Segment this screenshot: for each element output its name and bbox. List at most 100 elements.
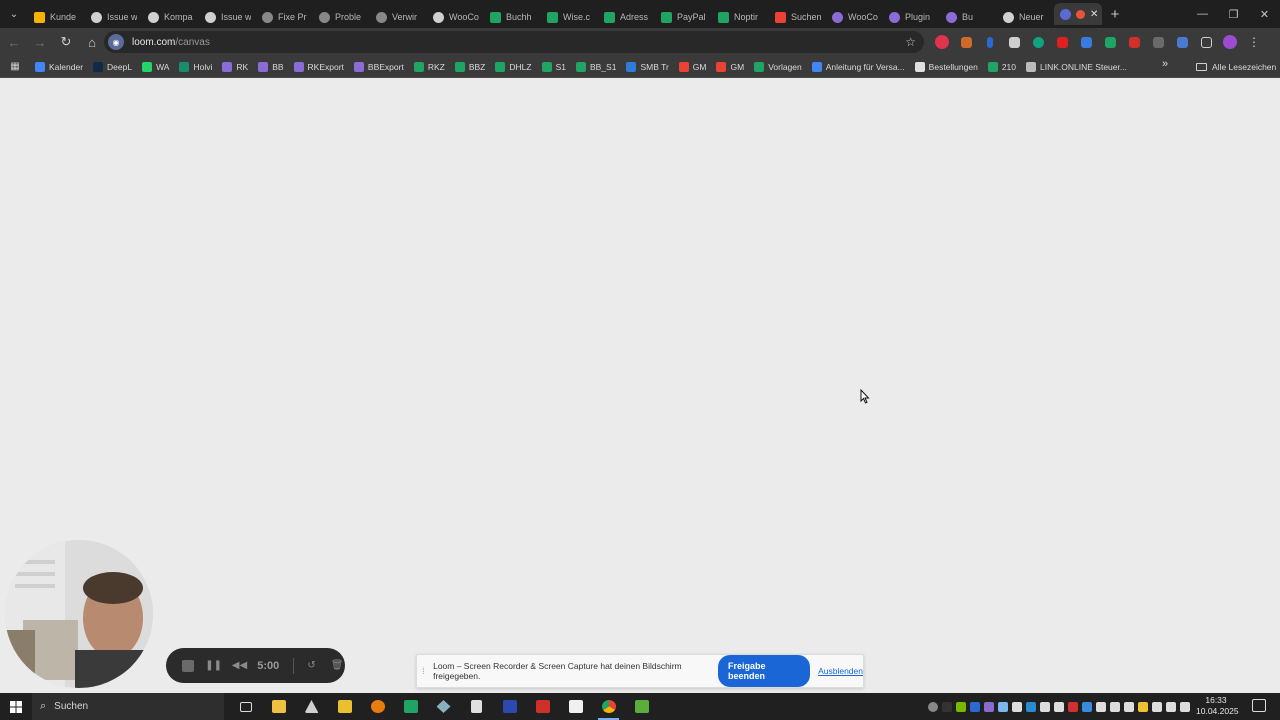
bookmark-item[interactable]: WA bbox=[137, 58, 174, 76]
skype-icon[interactable] bbox=[928, 701, 938, 712]
url-text[interactable]: loom.com/canvas bbox=[132, 37, 210, 48]
excel-icon[interactable] bbox=[394, 693, 427, 720]
bookmark-star-icon[interactable]: ☆ bbox=[905, 35, 916, 49]
tab-2[interactable]: Kompa bbox=[142, 6, 199, 28]
bookmark-item[interactable]: Holvi bbox=[174, 58, 217, 76]
tab-11[interactable]: PayPal bbox=[655, 6, 712, 28]
taskbar-search[interactable]: ⌕ Suchen bbox=[32, 693, 224, 720]
home-button[interactable]: ⌂ bbox=[80, 30, 104, 54]
rewind-icon[interactable]: ◀◀ bbox=[232, 658, 248, 674]
nvidia-icon[interactable] bbox=[956, 701, 966, 712]
bookmark-item[interactable]: LINK.ONLINE Steuer... bbox=[1021, 58, 1132, 76]
tray-icon[interactable] bbox=[942, 701, 952, 712]
menu-kebab-icon[interactable]: ⋮ bbox=[1244, 32, 1264, 52]
tab-4[interactable]: Fixe Pr bbox=[256, 6, 313, 28]
tag-extension-icon[interactable] bbox=[1076, 32, 1096, 52]
bookmarks-overflow-icon[interactable]: » bbox=[1162, 58, 1168, 70]
loom-extension-icon[interactable] bbox=[932, 32, 952, 52]
tab-loom-active[interactable]: ✕ bbox=[1054, 3, 1102, 25]
tab-17[interactable]: Neuer bbox=[997, 6, 1054, 28]
bookmark-item[interactable]: BB bbox=[253, 58, 288, 76]
bookmark-item[interactable]: GM bbox=[674, 58, 712, 76]
stop-sharing-button[interactable]: Freigabe beenden bbox=[718, 655, 811, 687]
tray-icon[interactable] bbox=[970, 701, 980, 712]
stop-recording-button[interactable] bbox=[180, 658, 196, 674]
tray-icon[interactable] bbox=[1110, 701, 1120, 712]
inkscape-icon[interactable] bbox=[295, 693, 328, 720]
document-icon[interactable] bbox=[460, 693, 493, 720]
tab-3[interactable]: Issue w bbox=[199, 6, 256, 28]
address-bar[interactable]: ◉ loom.com/canvas ☆ bbox=[104, 31, 924, 53]
tray-icon[interactable] bbox=[1068, 701, 1078, 712]
restart-icon[interactable]: ↺ bbox=[304, 658, 320, 674]
blender-icon[interactable] bbox=[361, 693, 394, 720]
close-window-icon[interactable]: ✕ bbox=[1249, 0, 1280, 28]
bookmark-item[interactable]: S1 bbox=[537, 58, 571, 76]
bookmark-item[interactable]: RKExport bbox=[289, 58, 349, 76]
bookmark-item[interactable]: Vorlagen bbox=[749, 58, 807, 76]
bookmark-item[interactable]: Kalender bbox=[30, 58, 88, 76]
bookmark-item[interactable]: DHLZ bbox=[490, 58, 536, 76]
bookmark-item[interactable]: Bestellungen bbox=[910, 58, 983, 76]
pdf-extension-icon[interactable] bbox=[1124, 32, 1144, 52]
tab-10[interactable]: Adress bbox=[598, 6, 655, 28]
tray-icon[interactable] bbox=[1082, 701, 1092, 712]
app-blue-icon[interactable] bbox=[493, 693, 526, 720]
tab-15[interactable]: Plugin bbox=[883, 6, 940, 28]
tray-icon[interactable] bbox=[1054, 701, 1064, 712]
puzzle-extensions-icon[interactable] bbox=[1196, 32, 1216, 52]
all-bookmarks-button[interactable]: Alle Lesezeichen bbox=[1196, 58, 1276, 76]
file-explorer-icon[interactable] bbox=[262, 693, 295, 720]
bookmark-item[interactable]: BBZ bbox=[450, 58, 491, 76]
bookmark-item[interactable]: SMB Tr bbox=[621, 58, 673, 76]
start-button[interactable] bbox=[0, 693, 32, 720]
youtube-extension-icon[interactable] bbox=[1052, 32, 1072, 52]
close-tab-icon[interactable]: ✕ bbox=[1090, 9, 1098, 20]
extension-icon[interactable] bbox=[956, 32, 976, 52]
restore-icon[interactable]: ❐ bbox=[1218, 0, 1249, 28]
bookmark-item[interactable]: Anleitung für Versa... bbox=[807, 58, 910, 76]
site-info-icon[interactable]: ◉ bbox=[108, 34, 124, 50]
tab-14[interactable]: WooCo bbox=[826, 6, 883, 28]
back-button[interactable]: ← bbox=[2, 30, 26, 54]
bookmark-item[interactable]: RK bbox=[217, 58, 253, 76]
tray-icon[interactable] bbox=[1096, 701, 1106, 712]
tab-6[interactable]: Verwir bbox=[370, 6, 427, 28]
bookmark-item[interactable]: 210 bbox=[983, 58, 1021, 76]
translate-extension-icon[interactable] bbox=[1004, 32, 1024, 52]
tray-icon[interactable] bbox=[1152, 701, 1162, 712]
tray-icon[interactable] bbox=[998, 701, 1008, 712]
tray-icon[interactable] bbox=[1124, 701, 1134, 712]
chrome-taskbar-icon[interactable] bbox=[592, 693, 625, 720]
forward-button[interactable]: → bbox=[28, 30, 52, 54]
microphone-icon[interactable] bbox=[1012, 701, 1022, 712]
tab-7[interactable]: WooCo bbox=[427, 6, 484, 28]
wifi-icon[interactable] bbox=[1166, 701, 1176, 712]
task-view-icon[interactable] bbox=[229, 693, 262, 720]
pen-extension-icon[interactable] bbox=[980, 32, 1000, 52]
sheet-app-icon[interactable] bbox=[625, 693, 658, 720]
page-canvas[interactable] bbox=[0, 79, 1280, 693]
bookmark-item[interactable]: BB_S1 bbox=[571, 58, 621, 76]
notification-icon[interactable] bbox=[1252, 699, 1266, 712]
reload-button[interactable]: ↻ bbox=[54, 30, 78, 54]
bookmark-item[interactable]: RKZ bbox=[409, 58, 450, 76]
bookmark-item[interactable]: GM bbox=[711, 58, 749, 76]
bookmark-item[interactable]: DeepL bbox=[88, 58, 137, 76]
tab-1[interactable]: Issue w bbox=[85, 6, 142, 28]
tab-13[interactable]: Suchen bbox=[769, 6, 826, 28]
apps-grid-icon[interactable]: ▦ bbox=[0, 61, 30, 72]
tab-search-button[interactable]: ⌄ bbox=[0, 0, 28, 28]
tray-icon[interactable] bbox=[1040, 701, 1050, 712]
trash-icon[interactable]: 🗑 bbox=[329, 658, 345, 674]
profile-avatar[interactable] bbox=[1220, 32, 1240, 52]
app-icon[interactable] bbox=[427, 693, 460, 720]
tab-0[interactable]: Kunde bbox=[28, 6, 85, 28]
chatgpt-extension-icon[interactable] bbox=[1028, 32, 1048, 52]
bookmark-item[interactable]: BBExport bbox=[349, 58, 409, 76]
tab-8[interactable]: Buchh bbox=[484, 6, 541, 28]
tab-5[interactable]: Proble bbox=[313, 6, 370, 28]
tray-icon[interactable] bbox=[984, 701, 994, 712]
minimize-icon[interactable]: — bbox=[1187, 0, 1218, 28]
hide-bar-link[interactable]: Ausblenden bbox=[818, 666, 863, 676]
